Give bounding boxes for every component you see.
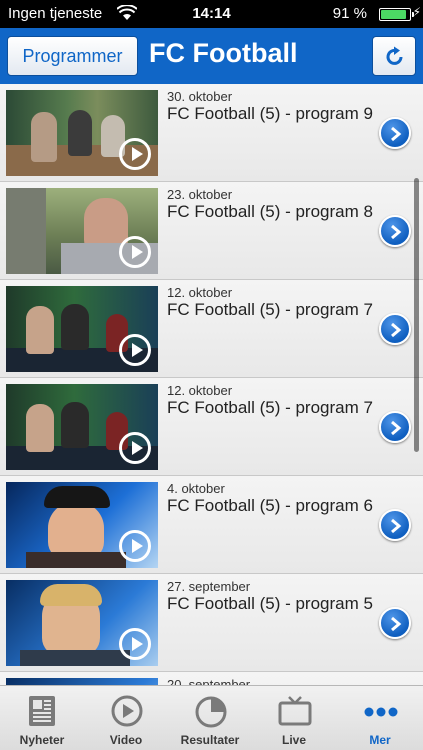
refresh-button[interactable] xyxy=(372,36,416,76)
page-title: FC Football xyxy=(149,38,298,68)
disclosure-button[interactable] xyxy=(379,509,411,541)
video-date: 20. september xyxy=(167,677,251,685)
play-icon xyxy=(119,138,151,170)
tab-bar: Nyheter Video Resultater Live Mer xyxy=(0,685,423,750)
video-title: FC Football (5) - program 6 xyxy=(167,496,373,515)
programmer-back-button[interactable]: Programmer xyxy=(7,36,138,76)
video-date: 4. oktober xyxy=(167,481,225,496)
refresh-icon xyxy=(386,46,403,65)
scrollbar[interactable] xyxy=(414,178,419,452)
tab-label: Live xyxy=(281,733,306,747)
video-date: 12. oktober xyxy=(167,383,233,398)
tab-mer[interactable]: Mer xyxy=(338,686,422,750)
play-icon xyxy=(119,432,151,464)
video-thumbnail xyxy=(6,286,158,372)
disclosure-button[interactable] xyxy=(379,215,411,247)
more-icon xyxy=(364,707,398,717)
play-icon xyxy=(119,530,151,562)
list-item[interactable]: 27. september FC Football (5) - program … xyxy=(0,574,423,672)
list-item[interactable]: 20. september xyxy=(0,672,423,685)
battery-icon xyxy=(379,8,414,21)
disclosure-button[interactable] xyxy=(379,117,411,149)
chevron-right-icon xyxy=(391,616,402,632)
video-list[interactable]: 30. oktober FC Football (5) - program 9 … xyxy=(0,84,423,685)
tab-label: Resultater xyxy=(180,733,240,747)
video-thumbnail xyxy=(6,384,158,470)
video-thumbnail xyxy=(6,482,158,568)
status-bar: Ingen tjeneste 14:14 91 % ⚡ xyxy=(0,0,423,28)
video-date: 23. oktober xyxy=(167,187,233,202)
video-thumbnail xyxy=(6,90,158,176)
play-icon xyxy=(119,236,151,268)
tab-nyheter[interactable]: Nyheter xyxy=(0,686,84,750)
video-date: 27. september xyxy=(167,579,251,594)
video-thumbnail xyxy=(6,580,158,666)
disclosure-button[interactable] xyxy=(379,313,411,345)
video-date: 30. oktober xyxy=(167,89,233,104)
video-thumbnail xyxy=(6,678,158,685)
tab-label: Video xyxy=(109,733,143,747)
video-thumbnail xyxy=(6,188,158,274)
battery-percent: 91 % xyxy=(332,5,367,22)
pie-chart-icon xyxy=(195,696,227,728)
chevron-right-icon xyxy=(391,224,402,240)
tv-icon xyxy=(278,696,312,726)
chevron-right-icon xyxy=(391,420,402,436)
list-item[interactable]: 30. oktober FC Football (5) - program 9 xyxy=(0,84,423,182)
charging-icon: ⚡ xyxy=(412,5,421,19)
list-item[interactable]: 23. oktober FC Football (5) - program 8 xyxy=(0,182,423,280)
navigation-bar: Programmer FC Football xyxy=(0,28,423,84)
video-date: 12. oktober xyxy=(167,285,233,300)
play-icon xyxy=(119,334,151,366)
video-title: FC Football (5) - program 7 xyxy=(167,300,373,319)
disclosure-button[interactable] xyxy=(379,411,411,443)
tab-resultater[interactable]: Resultater xyxy=(168,686,252,750)
video-title: FC Football (5) - program 9 xyxy=(167,104,373,123)
tab-live[interactable]: Live xyxy=(252,686,336,750)
disclosure-button[interactable] xyxy=(379,607,411,639)
video-title: FC Football (5) - program 8 xyxy=(167,202,373,221)
list-item[interactable]: 12. oktober FC Football (5) - program 7 xyxy=(0,280,423,378)
play-icon xyxy=(119,628,151,660)
tab-label: Nyheter xyxy=(19,733,65,747)
tab-video[interactable]: Video xyxy=(84,686,168,750)
chevron-right-icon xyxy=(391,518,402,534)
play-icon xyxy=(111,695,143,727)
tab-label: Mer xyxy=(369,733,391,747)
list-item[interactable]: 12. oktober FC Football (5) - program 7 xyxy=(0,378,423,476)
chevron-right-icon xyxy=(391,322,402,338)
video-title: FC Football (5) - program 7 xyxy=(167,398,373,417)
chevron-right-icon xyxy=(391,126,402,142)
video-title: FC Football (5) - program 5 xyxy=(167,594,373,613)
newspaper-icon xyxy=(29,696,55,726)
list-item[interactable]: 4. oktober FC Football (5) - program 6 xyxy=(0,476,423,574)
